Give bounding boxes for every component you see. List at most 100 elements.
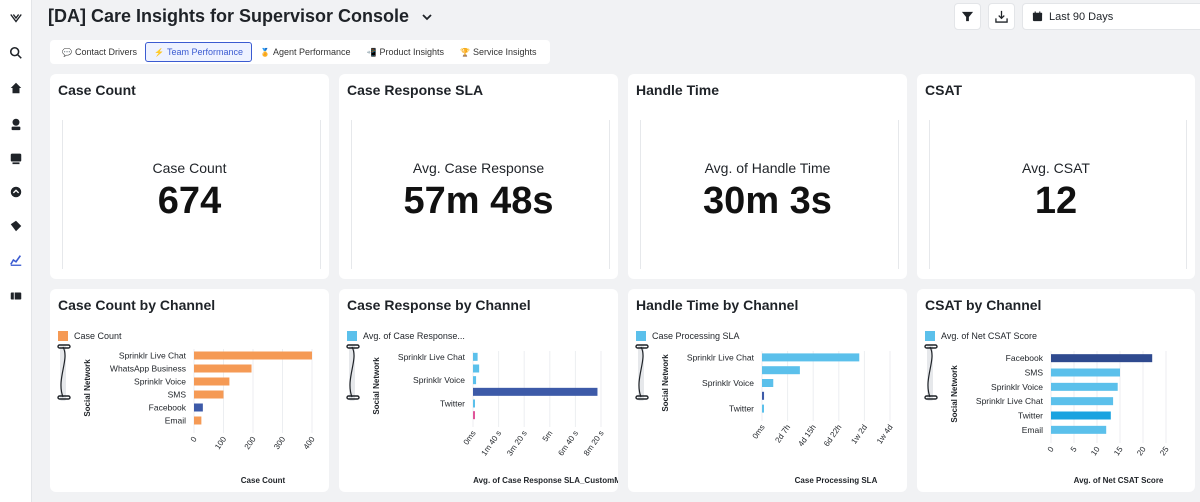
bar (194, 416, 202, 425)
card-title: Case Count (58, 82, 136, 98)
phone-icon: 📲 (366, 47, 377, 57)
category-label: WhatsApp Business (110, 364, 186, 374)
lightning-icon: ⚡ (153, 47, 164, 57)
category-label: Twitter (440, 399, 465, 409)
kpi-value: 12 (1034, 180, 1078, 222)
x-tick-label: 1w 4d (875, 423, 895, 446)
y-axis-label: Social Network (372, 357, 381, 415)
kpi-card-csat: CSAT Avg. CSAT 12 (917, 74, 1195, 279)
home-icon[interactable] (8, 80, 24, 96)
category-label: Email (165, 416, 186, 426)
x-tick-label: 0 (189, 435, 199, 444)
chart-plot: Social Network 0ms 2d 7h 4d 15h 6d 22h 1w 2d 1… (635, 344, 895, 485)
tags-icon[interactable] (8, 218, 24, 234)
tab-contact-drivers[interactable]: 💬 Contact Drivers (54, 42, 145, 62)
download-button[interactable] (988, 3, 1015, 30)
kpi-value: 30m 3s (703, 180, 832, 222)
y-axis-label: Social Network (661, 354, 670, 412)
chart-plot: Social Network 0 100 200 300 400 Sprinklr Live… (57, 344, 317, 485)
tab-team-performance[interactable]: ⚡ Team Performance (144, 42, 252, 62)
calendar-icon (1032, 11, 1043, 22)
kpi-value: 674 (157, 180, 222, 222)
bar (1051, 354, 1153, 363)
x-tick-label: 100 (213, 435, 228, 452)
kpi-value: 57m 48s (403, 180, 554, 222)
analytics-icon[interactable] (8, 252, 24, 268)
filter-button[interactable] (954, 3, 981, 30)
category-label: Email (1022, 425, 1043, 435)
date-range-select[interactable]: Last 90 Days (1022, 3, 1200, 30)
kpi-label: Avg. CSAT (1022, 160, 1090, 176)
left-sidebar (0, 0, 32, 502)
category-label: Sprinklr Voice (413, 375, 465, 385)
bar (194, 377, 230, 386)
kpi-label: Case Count (152, 160, 227, 176)
bar (473, 364, 480, 373)
x-axis-label: Avg. of Case Response SLA_CustomM (473, 476, 618, 485)
x-tick-label: 2d 7h (773, 423, 792, 445)
bar (1051, 397, 1114, 406)
bar (473, 352, 478, 361)
category-label: Twitter (1018, 411, 1043, 421)
search-icon[interactable] (8, 45, 24, 61)
title-chevron-down-icon[interactable] (420, 10, 434, 24)
kpi-card-handle-time: Handle Time Avg. of Handle Time 30m 3s (628, 74, 907, 279)
x-tick-label: 1m 40 s (480, 429, 504, 457)
download-icon (995, 10, 1008, 23)
category-label: SMS (1025, 368, 1044, 378)
brand-logo-icon[interactable] (8, 10, 24, 26)
x-tick-label: 1w 2d (849, 423, 869, 446)
x-tick-label: 5m (541, 429, 555, 444)
x-tick-label: 4d 15h (796, 423, 817, 448)
bar (1051, 382, 1118, 391)
chart-plot: Social Network 0 5 10 15 20 25 Facebook SMS Sprin… (924, 344, 1171, 485)
x-axis-label: Case Count (241, 476, 286, 485)
dashboard-icon[interactable] (8, 184, 24, 200)
x-tick-label: 200 (243, 435, 258, 452)
x-tick-label: 3m 20 s (505, 429, 529, 457)
x-tick-label: 0ms (462, 429, 478, 447)
category-label: Sprinklr Voice (702, 378, 754, 388)
bar (194, 390, 224, 399)
x-tick-label: 20 (1135, 445, 1148, 458)
dashboard-tabs: 💬 Contact Drivers ⚡ Team Performance 🏅 Agen… (50, 40, 550, 64)
y-axis-label: Social Network (83, 359, 92, 417)
category-label: Sprinklr Voice (991, 382, 1043, 392)
kpi-card-case-response-sla: Case Response SLA Avg. Case Response 57m… (339, 74, 618, 279)
bar (194, 403, 203, 412)
category-label: Facebook (149, 403, 187, 413)
bar (1051, 368, 1120, 377)
chart-card-handle-time-by-channel: Handle Time by Channel Case Processing S… (628, 289, 907, 492)
filter-icon (961, 11, 974, 22)
ticket-icon[interactable] (8, 288, 24, 304)
tab-service-insights[interactable]: 🏆 Service Insights (452, 42, 545, 62)
x-tick-label: 5 (1069, 445, 1079, 454)
bar (473, 376, 477, 385)
x-tick-label: 300 (272, 435, 287, 452)
tab-product-insights[interactable]: 📲 Product Insights (359, 42, 453, 62)
inbox-icon[interactable] (8, 150, 24, 166)
category-label: Facebook (1006, 353, 1044, 363)
x-tick-label: 400 (302, 435, 317, 452)
dashboard-header: [DA] Care Insights for Supervisor Consol… (32, 0, 1200, 36)
bar (473, 387, 598, 396)
kpi-label: Avg. Case Response (412, 160, 545, 176)
bar (1051, 425, 1107, 434)
x-tick-label: 0 (1046, 445, 1056, 454)
chart-card-csat-by-channel: CSAT by Channel Avg. of Net CSAT Score S… (917, 289, 1195, 492)
chart-card-case-response-by-channel: Case Response by Channel Avg. of Case Re… (339, 289, 618, 492)
x-tick-label: 0ms (751, 423, 767, 441)
chart-card-case-count-by-channel: Case Count by Channel Case Count Social … (50, 289, 329, 492)
chart-plot: Social Network 0ms 1m 40 s 3m 20 s 5m 6m 40 s… (346, 344, 618, 485)
trophy-icon: 🏆 (460, 47, 470, 57)
y-axis-label: Social Network (950, 365, 959, 423)
tab-agent-performance[interactable]: 🏅 Agent Performance (252, 42, 359, 62)
category-label: SMS (168, 390, 187, 400)
bar (762, 379, 774, 387)
date-range-value: Last 90 Days (1049, 11, 1114, 23)
category-label: Sprinklr Live Chat (687, 352, 755, 362)
agent-icon[interactable] (8, 116, 24, 132)
category-label: Sprinklr Voice (134, 377, 186, 387)
bar (473, 411, 475, 420)
bar (762, 391, 765, 400)
